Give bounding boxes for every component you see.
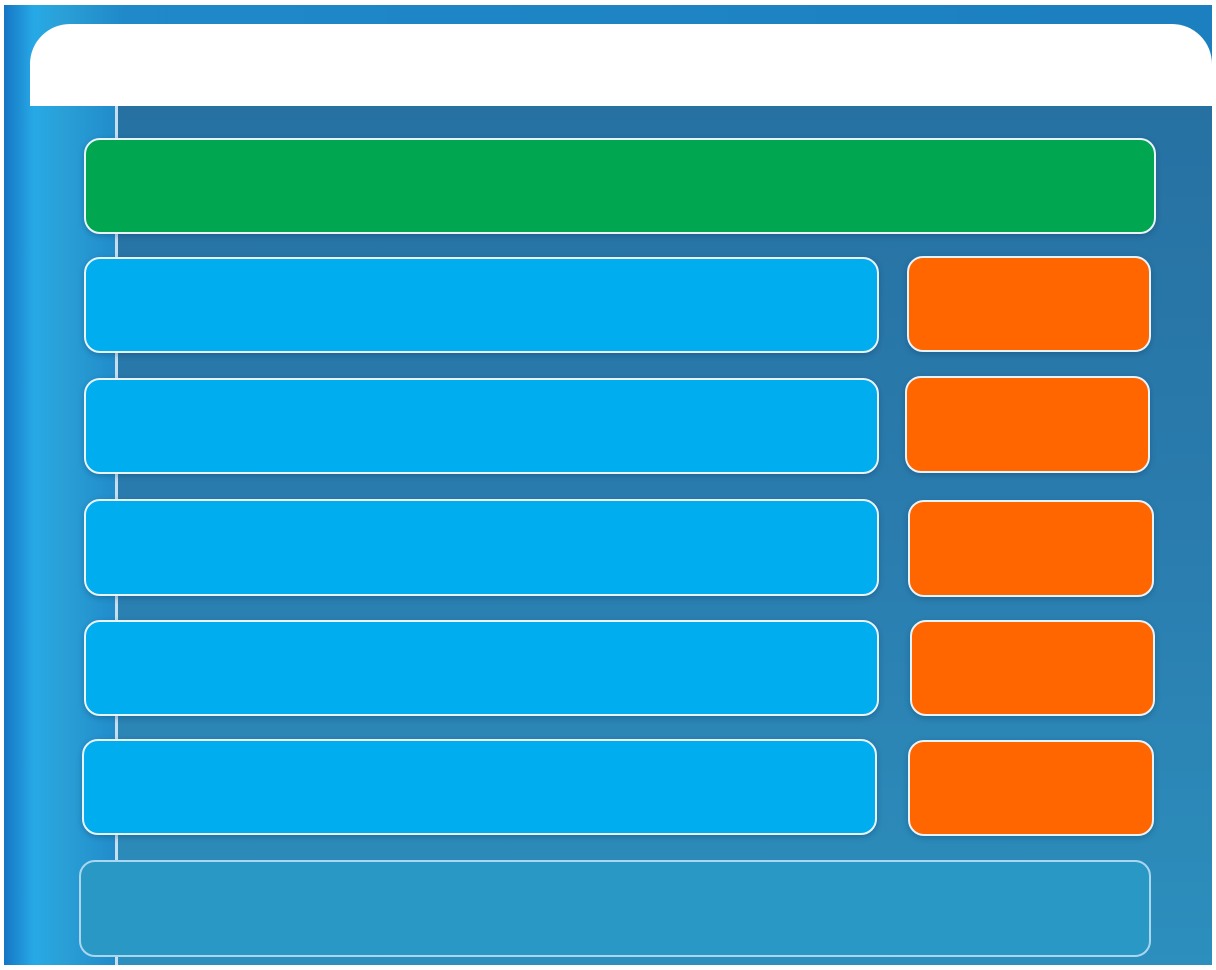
question-banner: [84, 138, 1156, 234]
answer-option-1[interactable]: [84, 257, 879, 353]
answer-action-button-1[interactable]: [907, 256, 1151, 352]
answer-option-5[interactable]: [82, 739, 877, 835]
answer-action-button-4[interactable]: [910, 620, 1155, 716]
footer-panel: [79, 860, 1151, 957]
answer-action-button-2[interactable]: [905, 376, 1150, 473]
answer-option-3[interactable]: [84, 499, 879, 596]
answer-action-button-3[interactable]: [908, 500, 1154, 597]
answer-option-4[interactable]: [84, 620, 879, 716]
answer-action-button-5[interactable]: [908, 740, 1154, 836]
answer-option-2[interactable]: [84, 378, 879, 474]
header-bar: [30, 24, 1212, 106]
app-stage: [4, 5, 1212, 965]
